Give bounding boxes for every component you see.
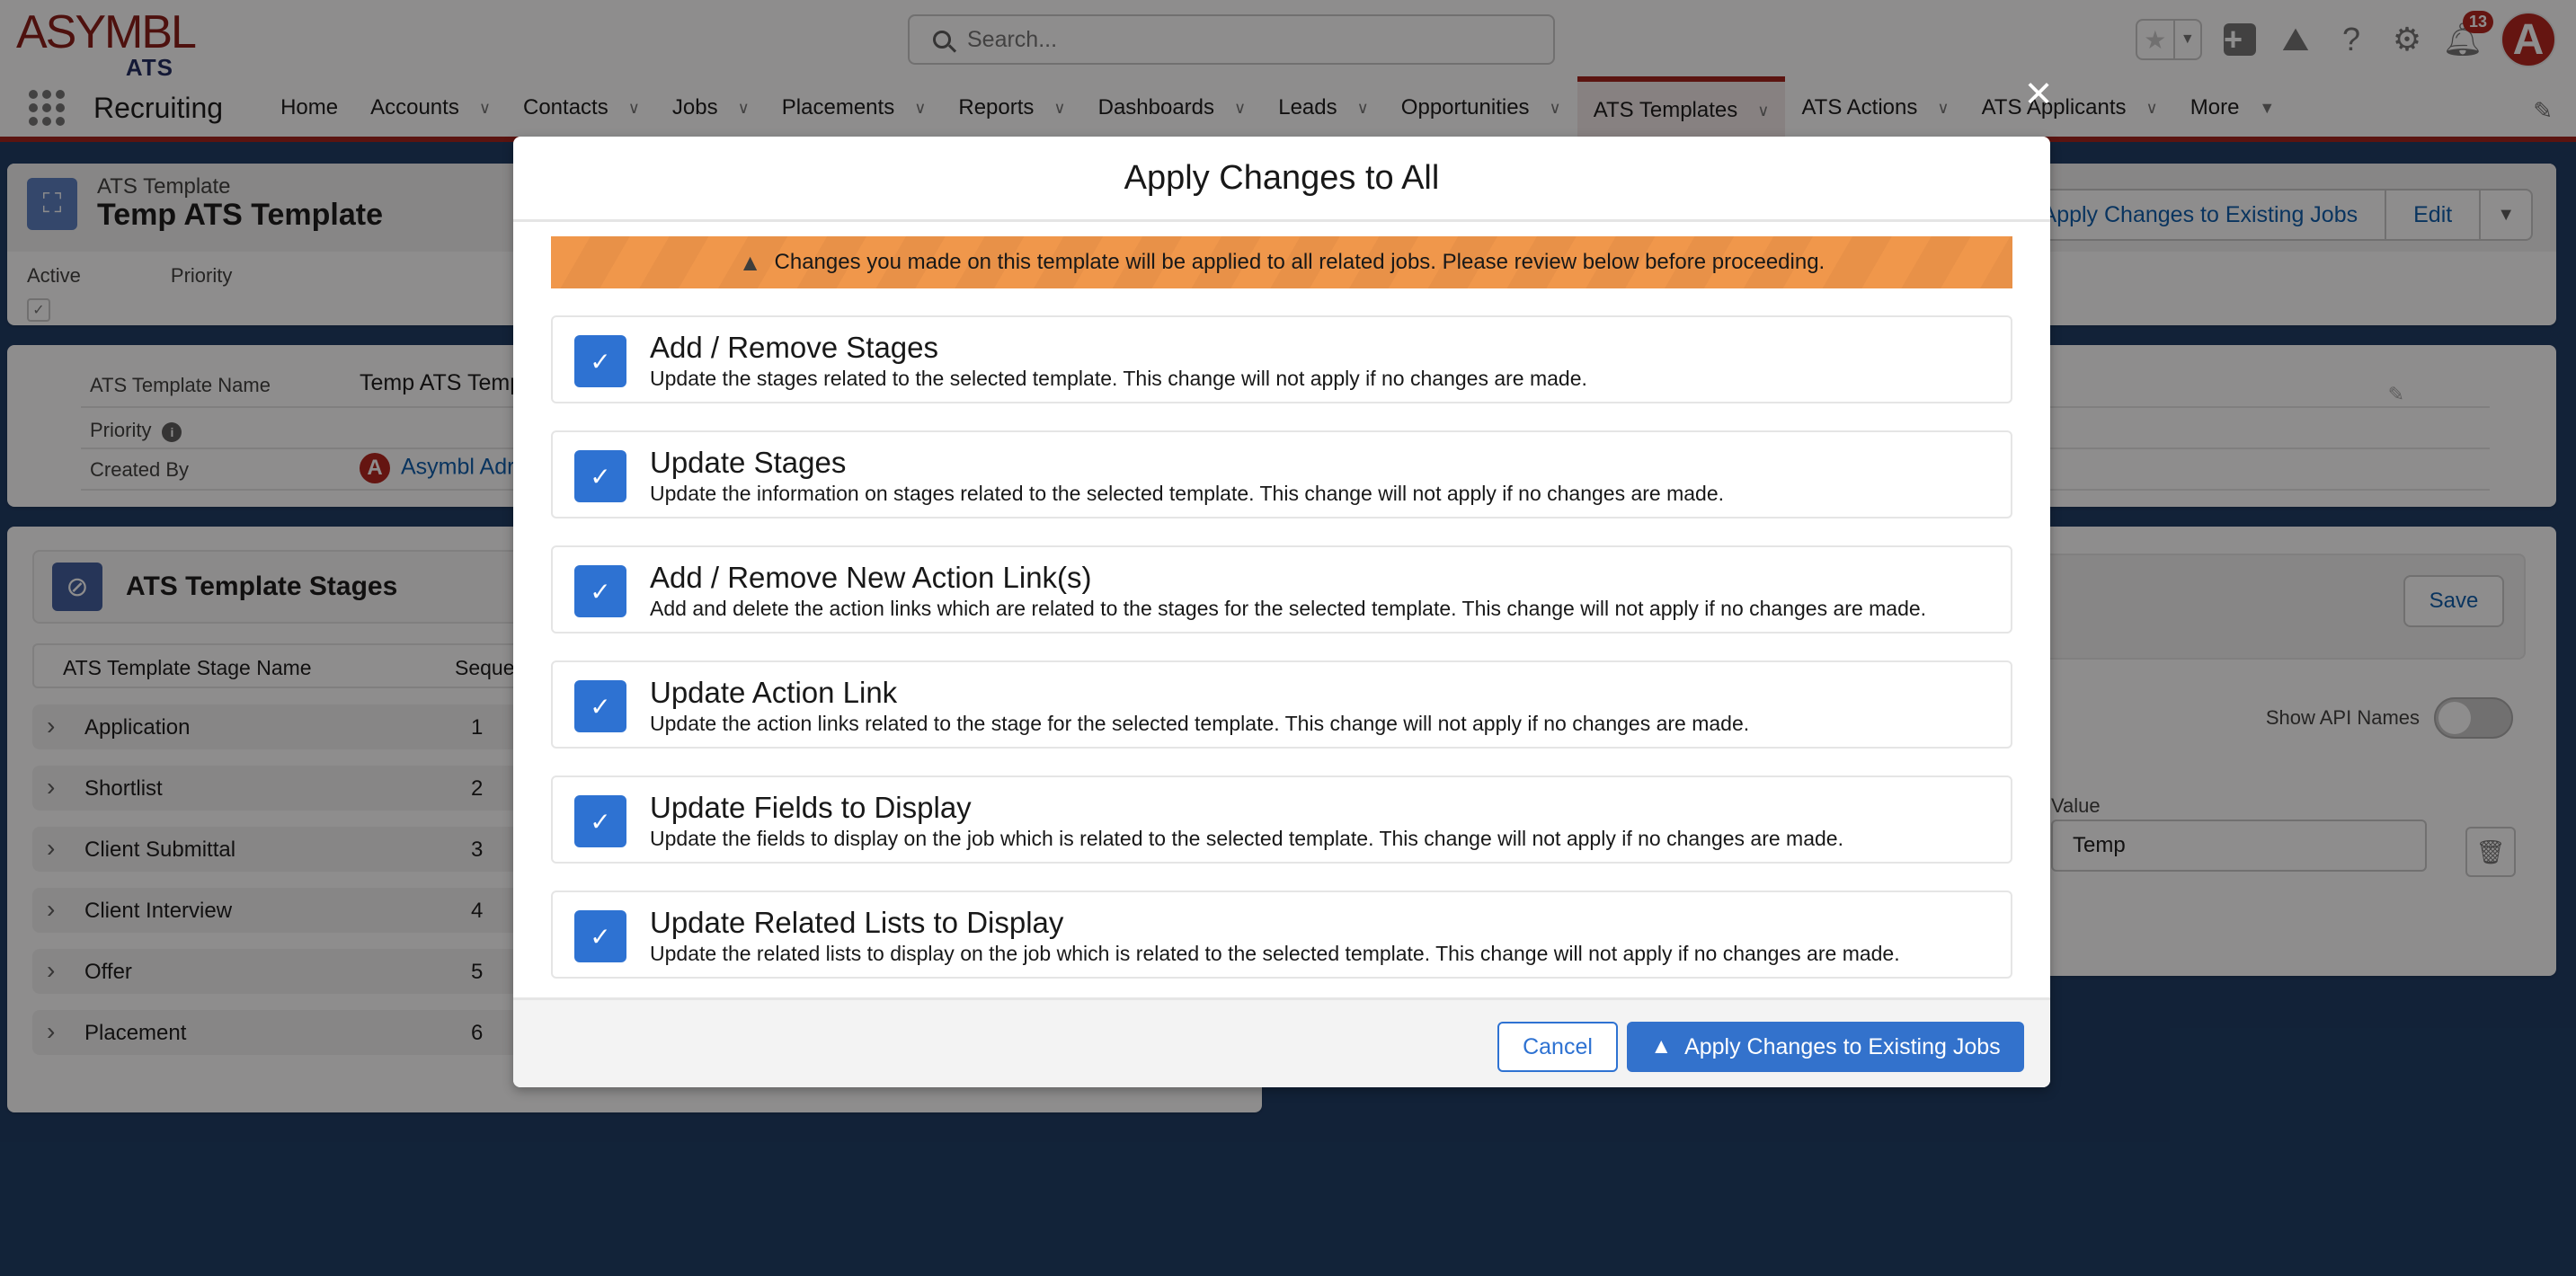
cancel-button[interactable]: Cancel <box>1497 1022 1618 1072</box>
option-title: Update Action Link <box>650 676 898 709</box>
option-description: Update the stages related to the selecte… <box>650 367 1587 390</box>
option-checkbox[interactable]: ✓ <box>574 795 626 847</box>
apply-button-label: Apply Changes to Existing Jobs <box>1684 1033 2001 1059</box>
option-description: Add and delete the action links which ar… <box>650 597 1927 620</box>
modal-body[interactable]: ▲ Changes you made on this template will… <box>513 222 2050 997</box>
option-description: Update the related lists to display on t… <box>650 942 1900 965</box>
option-description: Update the fields to display on the job … <box>650 827 1843 850</box>
option-add-remove-stages: ✓ Add / Remove Stages Update the stages … <box>551 315 2012 403</box>
warning-icon: ▲ <box>738 248 762 276</box>
option-checkbox[interactable]: ✓ <box>574 910 626 962</box>
option-update-stages: ✓ Update Stages Update the information o… <box>551 430 2012 518</box>
warning-icon: ▲ <box>1650 1034 1673 1059</box>
option-update-related-lists: ✓ Update Related Lists to Display Update… <box>551 891 2012 979</box>
option-checkbox[interactable]: ✓ <box>574 565 626 617</box>
apply-changes-modal: Apply Changes to All ▲ Changes you made … <box>513 137 2050 1087</box>
modal-footer: Cancel ▲ Apply Changes to Existing Jobs <box>513 997 2050 1087</box>
option-title: Update Stages <box>650 446 847 479</box>
apply-changes-button[interactable]: ▲ Apply Changes to Existing Jobs <box>1627 1022 2024 1072</box>
warning-banner: ▲ Changes you made on this template will… <box>551 236 2012 288</box>
option-title: Add / Remove New Action Link(s) <box>650 561 1092 594</box>
option-description: Update the information on stages related… <box>650 482 1725 505</box>
modal-title: Apply Changes to All <box>513 137 2050 222</box>
option-update-fields-to-display: ✓ Update Fields to Display Update the fi… <box>551 775 2012 864</box>
option-checkbox[interactable]: ✓ <box>574 450 626 502</box>
option-checkbox[interactable]: ✓ <box>574 680 626 732</box>
option-add-remove-action-links: ✓ Add / Remove New Action Link(s) Add an… <box>551 545 2012 634</box>
option-title: Update Related Lists to Display <box>650 906 1064 939</box>
option-description: Update the action links related to the s… <box>650 712 1750 735</box>
option-title: Add / Remove Stages <box>650 331 939 364</box>
option-update-action-link: ✓ Update Action Link Update the action l… <box>551 660 2012 749</box>
close-modal-icon[interactable]: × <box>2019 70 2058 117</box>
warning-text: Changes you made on this template will b… <box>774 250 1825 274</box>
option-title: Update Fields to Display <box>650 791 972 824</box>
option-checkbox[interactable]: ✓ <box>574 335 626 387</box>
